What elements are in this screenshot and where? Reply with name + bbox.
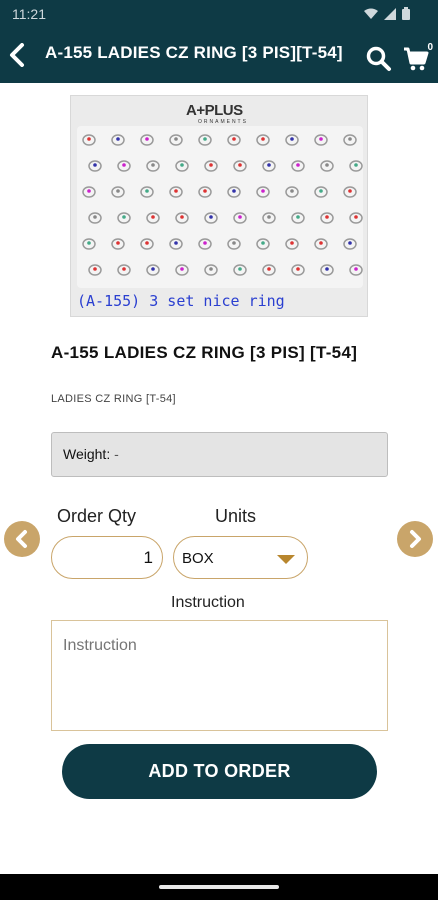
- order-qty-input[interactable]: 1: [51, 536, 163, 579]
- back-button[interactable]: [4, 40, 30, 70]
- weight-label: Weight:: [63, 446, 111, 462]
- instruction-label: Instruction: [171, 594, 245, 611]
- home-gesture-handle[interactable]: [159, 885, 279, 889]
- back-arrow-icon: [10, 43, 24, 67]
- search-icon: [366, 46, 391, 71]
- rings-display-graphic: [77, 126, 363, 288]
- units-label: Units: [215, 506, 257, 526]
- weight-field: Weight: -: [51, 432, 388, 477]
- product-image-caption: (A-155) 3 set nice ring: [77, 292, 285, 310]
- product-subtitle: LADIES CZ RING [T-54]: [51, 393, 176, 405]
- product-image[interactable]: A+PLUS ORNAMENTS (A-155) 3 set nice ring: [70, 95, 368, 317]
- add-to-order-button[interactable]: ADD TO ORDER: [62, 744, 377, 799]
- signal-icon: [384, 7, 396, 20]
- battery-icon: [402, 7, 410, 20]
- cart-icon: [404, 47, 429, 71]
- system-navigation-bar: [0, 874, 438, 900]
- product-name: A-155 LADIES CZ RING [3 PIS] [T-54]: [51, 343, 358, 362]
- brand-logo: A+PLUS ORNAMENTS: [186, 102, 248, 125]
- units-selected-value: BOX: [182, 550, 214, 567]
- page-title: A-155 LADIES CZ RING [3 PIS][T-54]: [45, 43, 343, 62]
- chevron-right-icon: [410, 530, 421, 548]
- previous-product-button[interactable]: [4, 521, 40, 557]
- search-button[interactable]: [366, 46, 392, 72]
- cart-count-badge: 0: [427, 42, 433, 53]
- app-bar: A-155 LADIES CZ RING [3 PIS][T-54] 0: [0, 28, 438, 83]
- chevron-left-icon: [16, 530, 27, 548]
- status-time: 11:21: [12, 6, 46, 22]
- wifi-icon: [364, 8, 378, 19]
- cart-button[interactable]: 0: [403, 42, 433, 72]
- instruction-input[interactable]: [51, 620, 388, 731]
- weight-value: -: [114, 446, 119, 462]
- status-bar: 11:21: [0, 0, 438, 28]
- dropdown-caret-icon: [277, 555, 295, 564]
- status-icons: [364, 7, 410, 20]
- order-qty-label: Order Qty: [57, 506, 137, 526]
- next-product-button[interactable]: [397, 521, 433, 557]
- units-dropdown[interactable]: BOX: [173, 536, 308, 579]
